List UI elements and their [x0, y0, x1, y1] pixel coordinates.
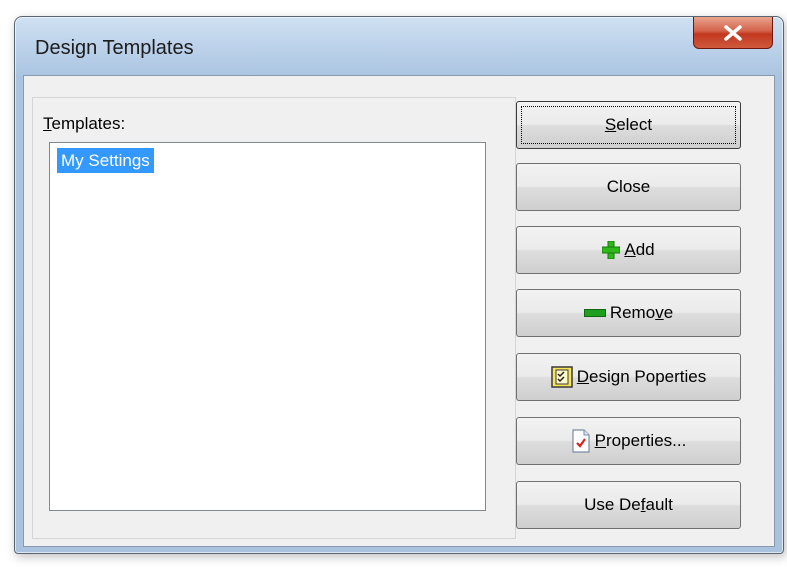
remove-button[interactable]: Remove [516, 289, 741, 337]
minus-icon [583, 309, 606, 317]
templates-label: Templates: [43, 114, 126, 133]
design-properties-button[interactable]: Design Poperties [516, 353, 741, 401]
use-default-button[interactable]: Use Default [516, 481, 741, 529]
checklist-icon [551, 366, 573, 388]
document-check-icon [571, 429, 591, 453]
properties-button[interactable]: Properties... [516, 417, 741, 465]
close-icon [724, 24, 742, 41]
plus-icon [602, 241, 621, 259]
window-title: Design Templates [35, 37, 194, 59]
select-button[interactable]: Select [516, 101, 741, 149]
templates-listbox[interactable]: My Settings [49, 142, 486, 511]
window-close-button[interactable] [693, 17, 773, 49]
focus-rect [521, 106, 736, 144]
title-bar[interactable]: Design Templates [15, 17, 783, 77]
add-button[interactable]: Add [516, 226, 741, 274]
list-item[interactable]: My Settings [57, 148, 154, 173]
close-button[interactable]: Close [516, 163, 741, 211]
